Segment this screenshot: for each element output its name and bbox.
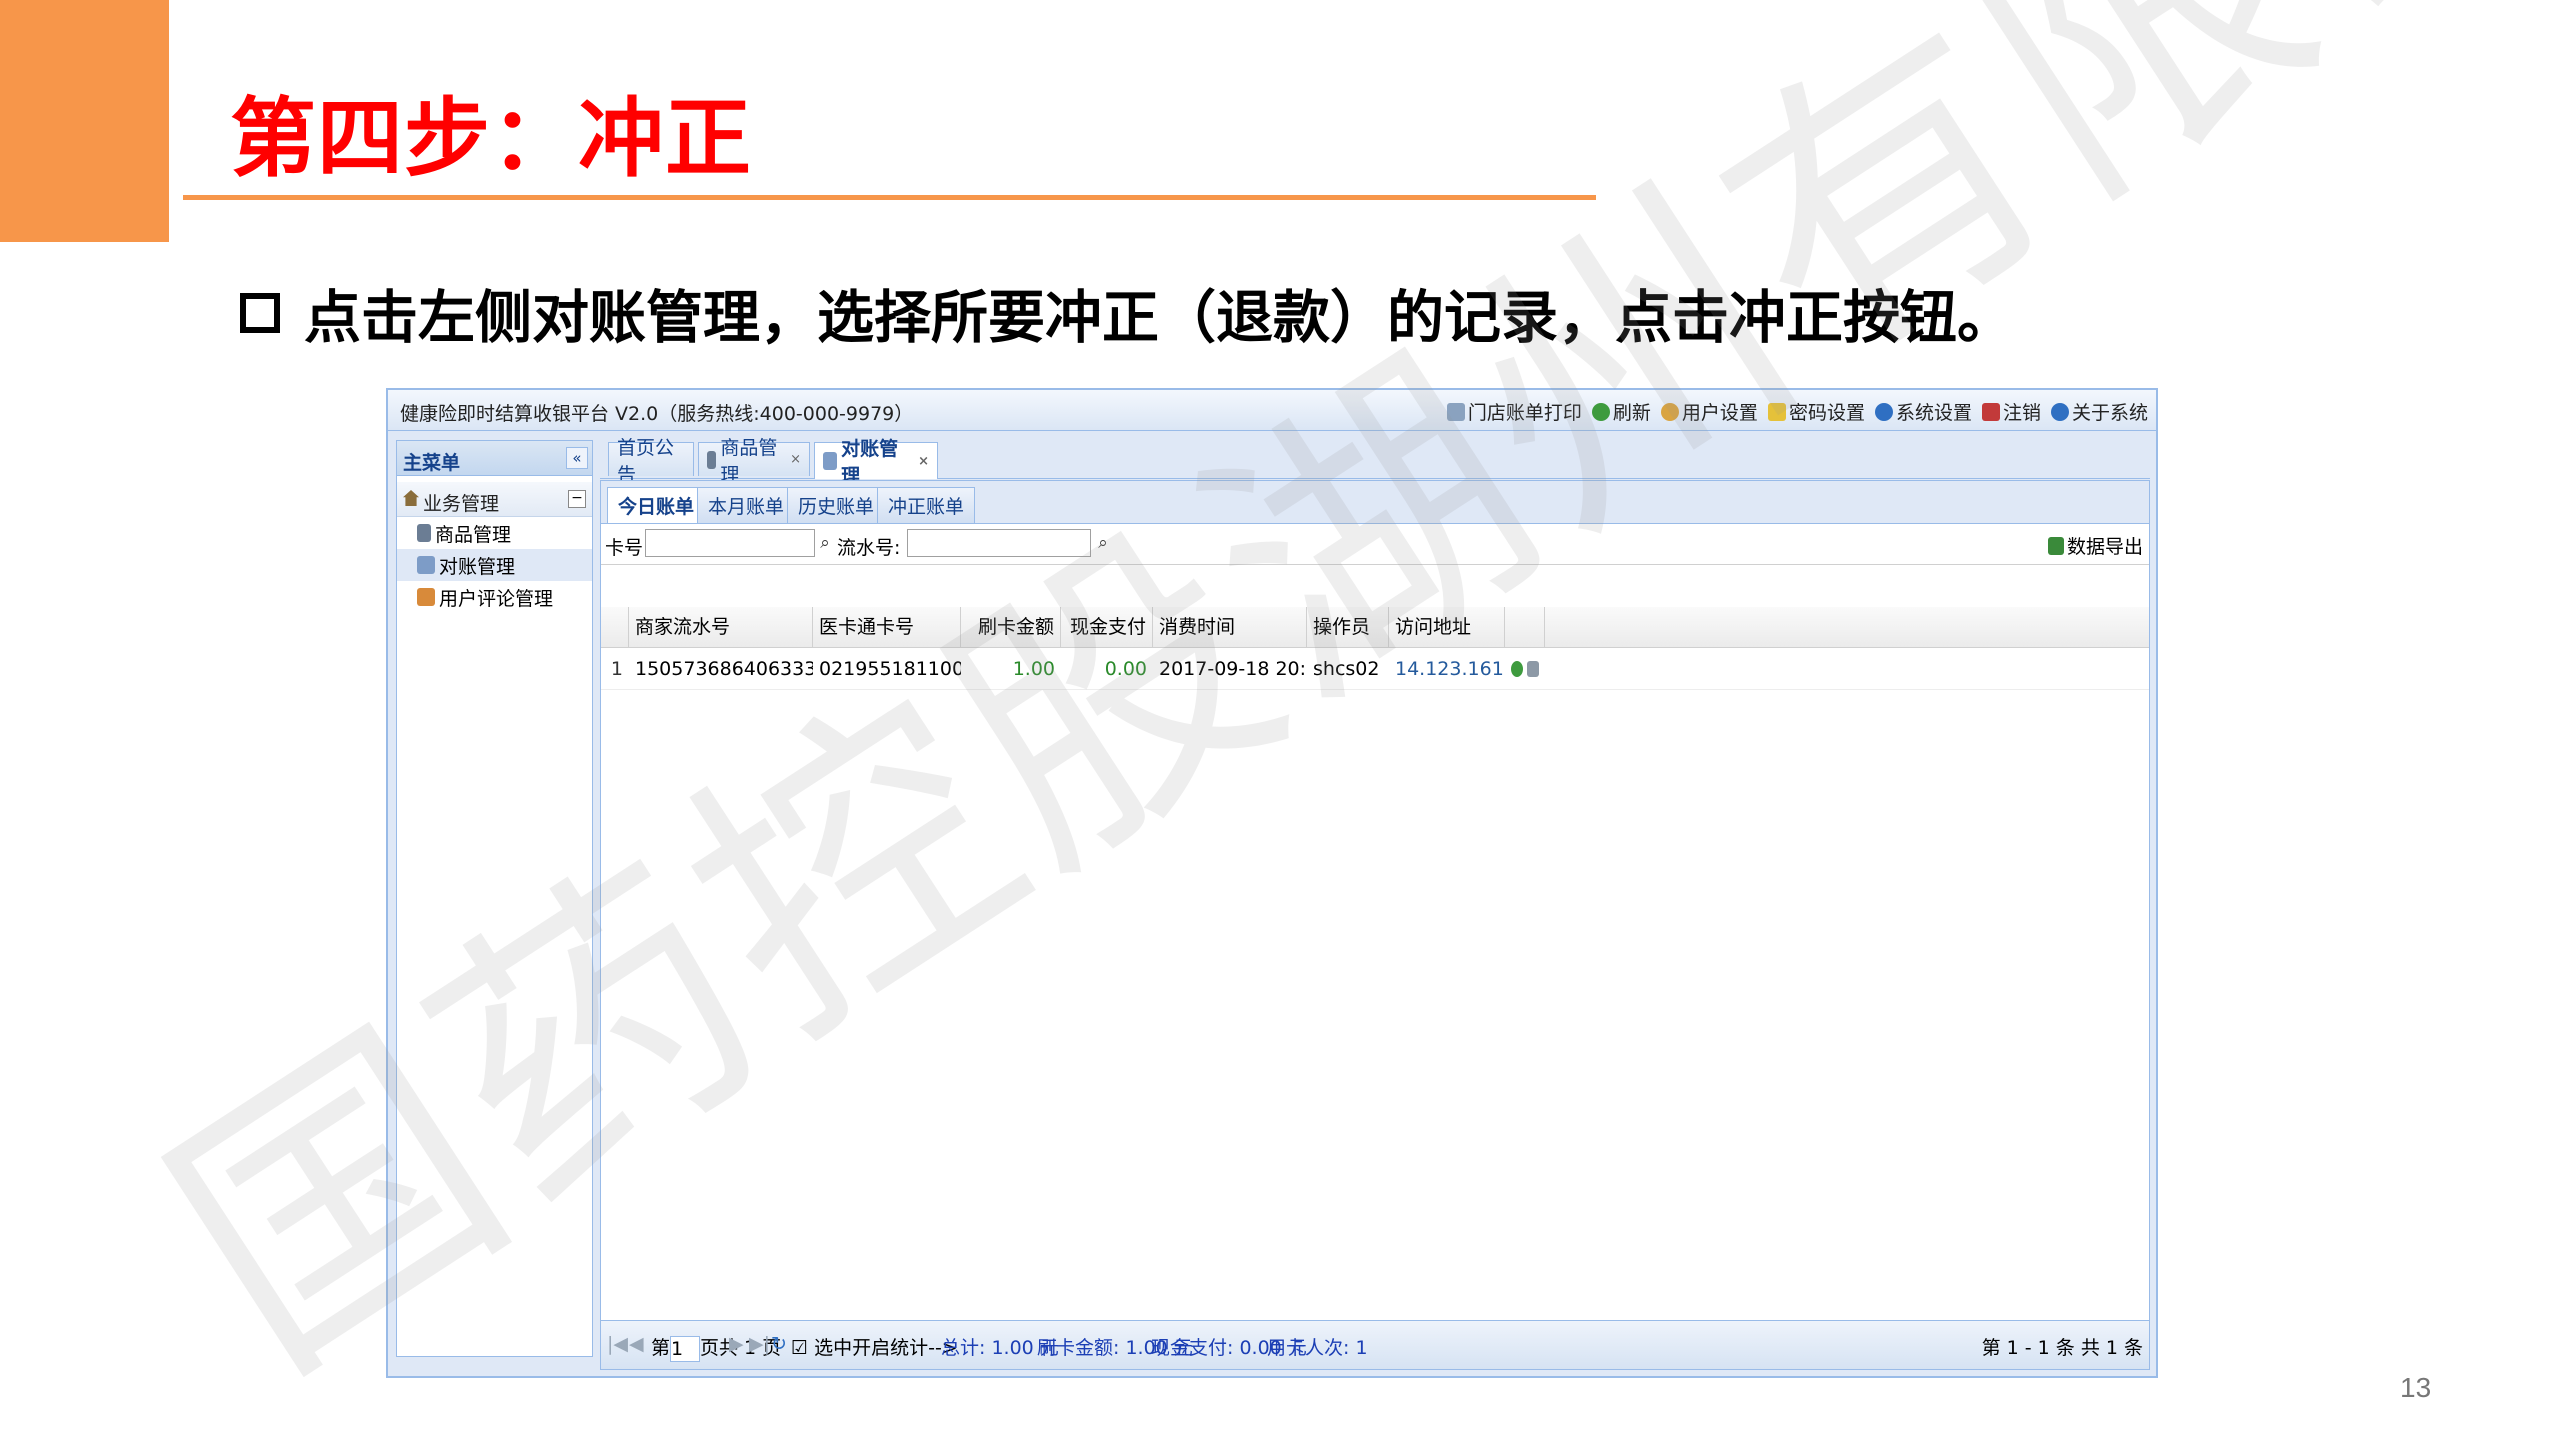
tab-bar: 首页公告 商品管理 × 对账管理 × [600,437,2150,487]
sidebar-item-product-management[interactable]: 商品管理 [397,517,592,549]
key-icon [1767,402,1786,421]
sidebar-group-label: 业务管理 [423,493,500,515]
grid-header: 商家流水号 医卡通卡号 刷卡金额 现金支付 消费时间 操作员 访问地址 [601,607,2149,648]
refresh-icon[interactable]: ↻ [771,1333,787,1355]
app-window: 健康险即时结算收银平台 V2.0（服务热线:400-000-9979） 门店账单… [386,388,2158,1378]
table-row[interactable]: 1 150573686406333012 0219551811003301 1.… [601,649,2149,690]
actions-cell [1505,649,1545,689]
calendar-icon [823,452,838,470]
sidebar-group-business[interactable]: 业务管理 − [397,482,592,517]
sidebar-item-reconciliation[interactable]: 对账管理 [397,549,592,581]
user-settings-link[interactable]: 用户设置 [1660,398,1758,425]
instruction-text: 点击左侧对账管理，选择所要冲正（退款）的记录，点击冲正按钮。 [304,285,2014,351]
first-page-icon[interactable]: |◀ [607,1333,628,1355]
column-header-merchant-serial[interactable]: 商家流水号 [629,607,813,647]
app-header: 健康险即时结算收银平台 V2.0（服务热线:400-000-9979） 门店账单… [388,390,2156,431]
row-number-header [601,607,629,647]
operator-cell: shcs02 [1313,658,1380,680]
tab-content: 今日账单 本月账单 历史账单 冲正账单 卡号: ⌕ 流水号: ⌕ 数据导出 商家 [600,480,2150,1370]
card-search-icon[interactable]: ⌕ [813,530,837,556]
tab-home-notice[interactable]: 首页公告 [608,437,694,486]
close-tab-icon[interactable]: × [918,454,929,469]
last-page-icon[interactable]: ▶| [749,1333,770,1355]
column-header-time[interactable]: 消费时间 [1153,607,1307,647]
store-bill-print-link[interactable]: 门店账单打印 [1446,398,1582,425]
collapse-sidebar-button[interactable]: « [566,447,588,469]
column-header-actions [1505,607,1545,647]
tab-reconciliation[interactable]: 对账管理 × [814,438,938,487]
instruction-line: 点击左侧对账管理，选择所要冲正（退款）的记录，点击冲正按钮。 [240,272,2014,354]
card-amount-cell: 1.00 [1012,658,1055,680]
close-tab-icon[interactable]: × [790,452,801,467]
column-header-card-amount[interactable]: 刷卡金额 [961,607,1061,647]
square-bullet-icon [240,293,280,333]
sidebar-title: 主菜单 [403,452,461,474]
user-icon [1660,402,1679,421]
reversal-icon[interactable] [1511,661,1523,677]
pagination-bar: |◀ ◀ 第1 页共 1 页 ▶ ▶| ↻ ☑ 选中开启统计--> 总计: 1.0… [601,1320,2149,1369]
app-title: 健康险即时结算收银平台 V2.0（服务热线:400-000-9979） [400,403,914,425]
card-number-cell: 0219551811003301 [819,658,961,680]
group-collapse-toggle[interactable]: − [568,490,586,508]
document-icon [707,450,717,469]
card-number-input[interactable] [645,529,815,557]
logout-link[interactable]: 注销 [1981,398,2041,425]
calendar-icon [417,556,435,574]
page-number-input[interactable]: 1 [670,1335,701,1362]
stats-toggle[interactable]: ☑ 选中开启统计--> [791,1333,958,1360]
sidebar-header: 主菜单 « [397,441,592,476]
next-page-icon[interactable]: ▶ [729,1333,744,1355]
slide-accent-block [0,0,169,242]
search-toolbar: 卡号: ⌕ 流水号: ⌕ 数据导出 [601,524,2149,565]
serial-number-label: 流水号: [837,537,901,559]
time-cell: 2017-09-18 20:11:08 [1159,658,1307,680]
password-settings-link[interactable]: 密码设置 [1767,398,1865,425]
system-settings-link[interactable]: 系统设置 [1874,398,1972,425]
serial-number-input[interactable] [907,529,1091,557]
subtab-history-bill[interactable]: 历史账单 [787,487,886,523]
refresh-icon [1591,402,1610,421]
merchant-serial-cell: 150573686406333012 [635,658,813,680]
main-area: 首页公告 商品管理 × 对账管理 × 今日账单 本月账单 历史账单 冲正账单 卡… [600,437,2150,1370]
users-icon [417,588,435,606]
subtab-month-bill[interactable]: 本月账单 [697,487,796,523]
title-underline [183,195,1596,200]
column-header-operator[interactable]: 操作员 [1307,607,1389,647]
print-icon[interactable] [1527,661,1539,677]
record-range: 第 1 - 1 条 共 1 条 [1981,1337,2143,1359]
about-system-link[interactable]: 关于系统 [2050,398,2148,425]
column-header-card-number[interactable]: 医卡通卡号 [813,607,961,647]
row-number: 1 [610,658,623,680]
about-icon [2050,402,2069,421]
card-number-label: 卡号: [605,537,650,559]
ip-cell: 14.123.161.88 [1395,658,1505,680]
cash-amount-cell: 0.00 [1104,658,1147,680]
column-header-cash[interactable]: 现金支付 [1061,607,1153,647]
info-icon [1874,402,1893,421]
document-icon [417,524,431,542]
column-header-ip[interactable]: 访问地址 [1389,607,1505,647]
bill-subtabs: 今日账单 本月账单 历史账单 冲正账单 [601,481,2149,524]
subtab-today-bill[interactable]: 今日账单 [607,487,706,523]
slide-title: 第四步：冲正 [230,89,752,189]
logout-icon [1981,402,2000,421]
checkbox-icon[interactable]: ☑ [791,1337,808,1359]
home-icon [403,490,419,506]
tab-product-management[interactable]: 商品管理 × [698,437,810,486]
refresh-link[interactable]: 刷新 [1591,398,1651,425]
sidebar-item-user-comments[interactable]: 用户评论管理 [397,581,592,613]
data-export-button[interactable]: 数据导出 [2047,532,2143,559]
prev-page-icon[interactable]: ◀ [629,1333,644,1355]
serial-search-icon[interactable]: ⌕ [1091,530,1115,556]
page-number: 13 [2400,1372,2432,1403]
excel-icon [2047,536,2064,555]
sidebar: 主菜单 « 业务管理 − 商品管理 对账管理 用户评论管理 [396,440,593,1357]
printer-icon [1446,402,1465,421]
stats-count: 用卡人次: 1 [1267,1337,1368,1359]
subtab-reversal-bill[interactable]: 冲正账单 [877,487,976,523]
top-toolbar: 门店账单打印 刷新 用户设置 密码设置 系统设置 注销 关于系统 [1446,398,2148,425]
